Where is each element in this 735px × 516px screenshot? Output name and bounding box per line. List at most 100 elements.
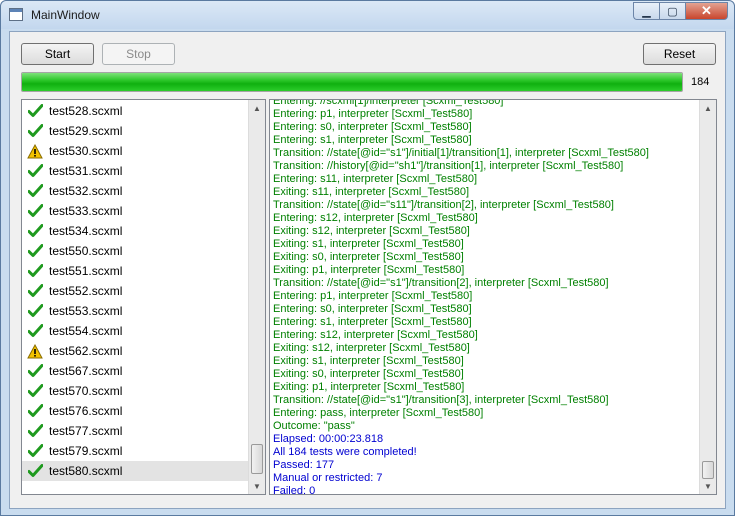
log-line: Exiting: p1, interpreter [Scxml_Test580] bbox=[273, 264, 465, 276]
log-line: Entering: s1, interpreter [Scxml_Test580… bbox=[273, 316, 472, 328]
check-icon bbox=[27, 103, 43, 119]
list-item[interactable]: test576.scxml bbox=[22, 401, 248, 421]
log-line: Exiting: s1, interpreter [Scxml_Test580] bbox=[273, 238, 464, 250]
list-item-label: test562.scxml bbox=[49, 344, 123, 358]
list-item-label: test531.scxml bbox=[49, 164, 123, 178]
log-line: Passed: 177 bbox=[273, 459, 335, 471]
log-line: Transition: //state[@id="s1"]/transition… bbox=[273, 277, 609, 289]
log-line: Exiting: s12, interpreter [Scxml_Test580… bbox=[273, 225, 470, 237]
check-icon bbox=[27, 223, 43, 239]
log-line: Entering: s12, interpreter [Scxml_Test58… bbox=[273, 329, 478, 341]
list-item[interactable]: test553.scxml bbox=[22, 301, 248, 321]
warning-icon bbox=[27, 343, 43, 359]
log-line: Transition: //state[@id="s11"]/transitio… bbox=[273, 199, 614, 211]
list-item[interactable]: test579.scxml bbox=[22, 441, 248, 461]
window-title: MainWindow bbox=[31, 8, 100, 22]
list-item[interactable]: test550.scxml bbox=[22, 241, 248, 261]
list-item-label: test567.scxml bbox=[49, 364, 123, 378]
log-line: Transition: //state[@id="s1"]/transition… bbox=[273, 394, 609, 406]
list-item[interactable]: test551.scxml bbox=[22, 261, 248, 281]
log-line: Entering: s0, interpreter [Scxml_Test580… bbox=[273, 303, 472, 315]
scroll-thumb[interactable] bbox=[251, 444, 263, 474]
check-icon bbox=[27, 443, 43, 459]
log-line: Transition: //history[@id="sh1"]/transit… bbox=[273, 160, 624, 172]
list-item[interactable]: test529.scxml bbox=[22, 121, 248, 141]
log-line: Exiting: s11, interpreter [Scxml_Test580… bbox=[273, 186, 470, 198]
log-line: Entering: //scxml[1]/interpreter [Scxml_… bbox=[273, 99, 504, 107]
log-line: Entering: s11, interpreter [Scxml_Test58… bbox=[273, 173, 478, 185]
maximize-button[interactable]: ▢ bbox=[659, 2, 685, 20]
check-icon bbox=[27, 423, 43, 439]
list-item[interactable]: test577.scxml bbox=[22, 421, 248, 441]
stop-button[interactable]: Stop bbox=[102, 43, 175, 65]
check-icon bbox=[27, 163, 43, 179]
test-list-scrollbar[interactable]: ▲ ▼ bbox=[248, 100, 265, 494]
check-icon bbox=[27, 283, 43, 299]
check-icon bbox=[27, 243, 43, 259]
list-item[interactable]: test531.scxml bbox=[22, 161, 248, 181]
list-item-label: test532.scxml bbox=[49, 184, 123, 198]
log-line: Entering: p1, interpreter [Scxml_Test580… bbox=[273, 108, 473, 120]
log-view[interactable]: ▲ ▼ Entering: //scxml[1]/interpreter [Sc… bbox=[269, 99, 717, 495]
list-item-label: test577.scxml bbox=[49, 424, 123, 438]
log-line: Manual or restricted: 7 bbox=[273, 472, 383, 484]
list-item-label: test570.scxml bbox=[49, 384, 123, 398]
minimize-button[interactable]: ▁ bbox=[633, 2, 659, 20]
app-window-icon bbox=[9, 8, 23, 21]
check-icon bbox=[27, 183, 43, 199]
title-bar[interactable]: MainWindow ▁ ▢ ✕ bbox=[1, 1, 734, 29]
list-item[interactable]: test530.scxml bbox=[22, 141, 248, 161]
list-item-label: test579.scxml bbox=[49, 444, 123, 458]
list-item[interactable]: test580.scxml bbox=[22, 461, 248, 481]
close-button[interactable]: ✕ bbox=[685, 2, 728, 20]
list-item-label: test533.scxml bbox=[49, 204, 123, 218]
log-line: Exiting: s1, interpreter [Scxml_Test580] bbox=[273, 355, 464, 367]
log-line: Outcome: "pass" bbox=[273, 420, 355, 432]
reset-button[interactable]: Reset bbox=[643, 43, 716, 65]
list-item[interactable]: test562.scxml bbox=[22, 341, 248, 361]
check-icon bbox=[27, 123, 43, 139]
list-item[interactable]: test528.scxml bbox=[22, 101, 248, 121]
list-item[interactable]: test552.scxml bbox=[22, 281, 248, 301]
check-icon bbox=[27, 403, 43, 419]
log-line: Exiting: p1, interpreter [Scxml_Test580] bbox=[273, 381, 465, 393]
progress-count: 184 bbox=[691, 76, 710, 88]
scroll-down-arrow-icon[interactable]: ▼ bbox=[249, 478, 265, 494]
list-item-label: test551.scxml bbox=[49, 264, 123, 278]
list-item-label: test554.scxml bbox=[49, 324, 123, 338]
main-window: MainWindow ▁ ▢ ✕ Start Stop Reset 184 ▲ … bbox=[0, 0, 735, 516]
log-line: Entering: s12, interpreter [Scxml_Test58… bbox=[273, 212, 478, 224]
progress-bar bbox=[21, 72, 683, 92]
log-line: Entering: s1, interpreter [Scxml_Test580… bbox=[273, 134, 472, 146]
scroll-thumb[interactable] bbox=[702, 461, 714, 479]
warning-icon bbox=[27, 143, 43, 159]
check-icon bbox=[27, 263, 43, 279]
check-icon bbox=[27, 363, 43, 379]
list-item[interactable]: test570.scxml bbox=[22, 381, 248, 401]
check-icon bbox=[27, 463, 43, 479]
log-line: Entering: s0, interpreter [Scxml_Test580… bbox=[273, 121, 472, 133]
list-item[interactable]: test532.scxml bbox=[22, 181, 248, 201]
list-item-label: test528.scxml bbox=[49, 104, 123, 118]
list-item-label: test576.scxml bbox=[49, 404, 123, 418]
test-list[interactable]: ▲ ▼ test528.scxml test529.scxml test530.sc… bbox=[21, 99, 266, 495]
log-line: Transition: //state[@id="s1"]/initial[1]… bbox=[273, 147, 649, 159]
log-line: Exiting: s0, interpreter [Scxml_Test580] bbox=[273, 251, 464, 263]
log-line: Entering: pass, interpreter [Scxml_Test5… bbox=[273, 407, 484, 419]
log-scrollbar[interactable]: ▲ ▼ bbox=[699, 100, 716, 494]
scroll-up-arrow-icon[interactable]: ▲ bbox=[249, 100, 265, 116]
scroll-down-arrow-icon[interactable]: ▼ bbox=[700, 478, 716, 494]
scroll-up-arrow-icon[interactable]: ▲ bbox=[700, 100, 716, 116]
list-item[interactable]: test554.scxml bbox=[22, 321, 248, 341]
list-item-label: test529.scxml bbox=[49, 124, 123, 138]
progress-fill bbox=[22, 73, 682, 91]
list-item[interactable]: test534.scxml bbox=[22, 221, 248, 241]
log-line: Exiting: s12, interpreter [Scxml_Test580… bbox=[273, 342, 470, 354]
start-button[interactable]: Start bbox=[21, 43, 94, 65]
check-icon bbox=[27, 323, 43, 339]
list-item[interactable]: test567.scxml bbox=[22, 361, 248, 381]
list-item-label: test534.scxml bbox=[49, 224, 123, 238]
log-line: Exiting: s0, interpreter [Scxml_Test580] bbox=[273, 368, 464, 380]
list-item[interactable]: test533.scxml bbox=[22, 201, 248, 221]
check-icon bbox=[27, 383, 43, 399]
